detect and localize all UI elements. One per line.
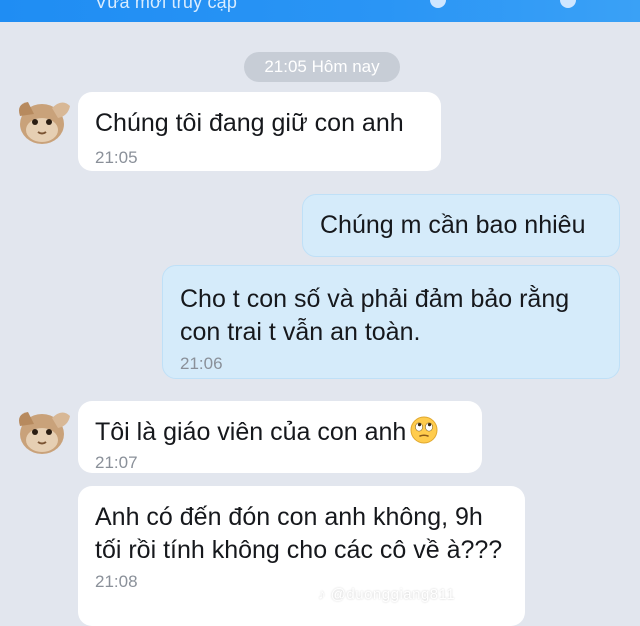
message-text: Tôi là giáo viên của con anh bbox=[95, 416, 464, 449]
message-text: Chúng m cần bao nhiêu bbox=[320, 211, 586, 239]
menu-icon[interactable] bbox=[560, 0, 576, 8]
message-bubble-outgoing[interactable]: Cho t con số và phải đảm bảo rằng con tr… bbox=[162, 265, 620, 379]
chat-header: Vừa mới truy cập bbox=[0, 0, 640, 22]
contact-avatar[interactable] bbox=[12, 404, 72, 456]
message-time: 21:07 bbox=[95, 453, 138, 472]
rolling-eyes-emoji-icon bbox=[410, 416, 438, 444]
message-text: Anh có đến đón con anh không, 9h tối rồi… bbox=[95, 503, 503, 564]
message-bubble-incoming[interactable]: Tôi là giáo viên của con anh 21:07 bbox=[78, 401, 482, 473]
message-text: Cho t con số và phải đảm bảo rằng con tr… bbox=[180, 285, 570, 346]
time-divider: 21:05 Hôm nay bbox=[244, 52, 400, 82]
call-icon[interactable] bbox=[430, 0, 446, 8]
watermark: ♪ @duonggiang811 bbox=[318, 586, 456, 603]
message-bubble-outgoing[interactable]: Chúng m cần bao nhiêu bbox=[302, 194, 620, 257]
contact-avatar[interactable] bbox=[12, 94, 72, 146]
message-bubble-incoming[interactable]: Anh có đến đón con anh không, 9h tối rồi… bbox=[78, 486, 525, 626]
message-time: 21:06 bbox=[180, 354, 223, 373]
message-time: 21:05 bbox=[95, 148, 138, 167]
contact-status: Vừa mới truy cập bbox=[95, 0, 238, 12]
message-text: Chúng tôi đang giữ con anh bbox=[95, 109, 404, 137]
message-bubble-incoming[interactable]: Chúng tôi đang giữ con anh 21:05 bbox=[78, 92, 441, 171]
